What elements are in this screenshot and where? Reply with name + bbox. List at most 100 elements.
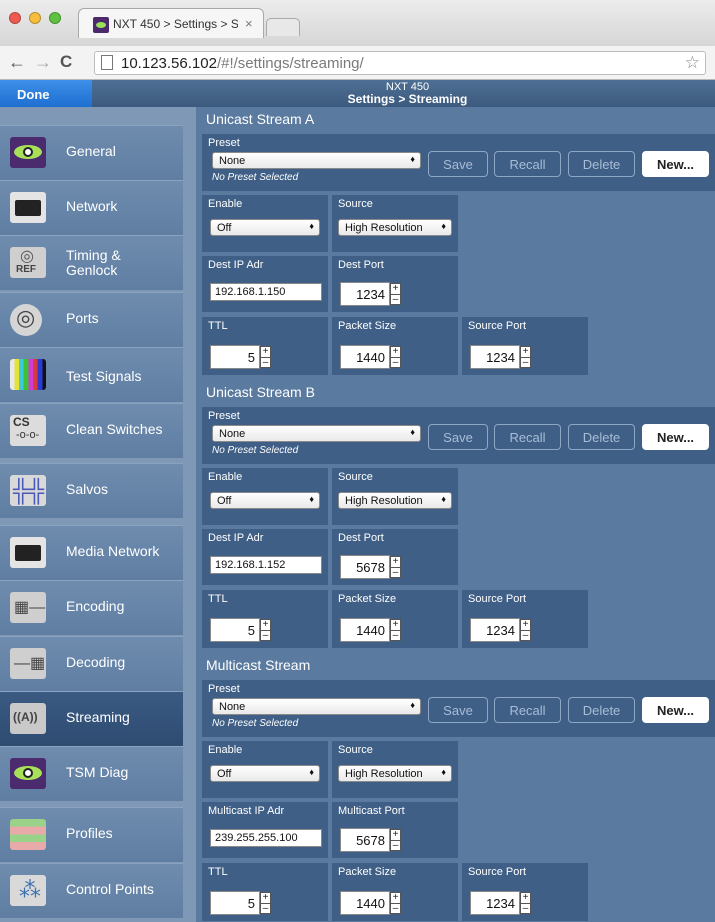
delete-button[interactable]: Delete xyxy=(568,151,635,177)
antenna-icon xyxy=(10,703,46,734)
ip-panel: Multicast IP Adr 239.255.255.100 xyxy=(202,802,328,858)
port-stepper[interactable]: + – xyxy=(390,556,401,578)
decrement-icon[interactable]: – xyxy=(261,358,270,368)
packet-size-input[interactable]: 1440 xyxy=(340,891,390,915)
source-port-stepper[interactable]: + – xyxy=(520,346,531,368)
select-arrow-icon: ♦ xyxy=(410,154,415,164)
new-preset-button[interactable]: New... xyxy=(642,424,709,450)
decrement-icon[interactable]: – xyxy=(261,631,270,641)
delete-button[interactable]: Delete xyxy=(568,424,635,450)
ip-address-input[interactable]: 192.168.1.150 xyxy=(210,283,322,301)
packet-size-stepper[interactable]: + – xyxy=(390,619,401,641)
new-preset-button[interactable]: New... xyxy=(642,697,709,723)
ttl-input[interactable]: 5 xyxy=(210,345,260,369)
preset-panel: Preset None ♦ No Preset Selected Save Rec… xyxy=(202,680,715,737)
decrement-icon[interactable]: – xyxy=(261,904,270,914)
port-stepper[interactable]: + – xyxy=(390,829,401,851)
decrement-icon[interactable]: – xyxy=(521,358,530,368)
recall-button[interactable]: Recall xyxy=(494,697,561,723)
ip-address-input[interactable]: 192.168.1.152 xyxy=(210,556,322,574)
decrement-icon[interactable]: – xyxy=(521,631,530,641)
new-tab-button[interactable] xyxy=(266,18,300,36)
packet-size-stepper[interactable]: + – xyxy=(390,892,401,914)
sidebar-item-timing-genlock[interactable]: Timing & Genlock xyxy=(0,235,183,290)
port-panel: Dest Port 1234 + – xyxy=(332,256,458,312)
preset-select[interactable]: None ♦ xyxy=(212,425,421,442)
ttl-stepper[interactable]: + – xyxy=(260,346,271,368)
port-stepper[interactable]: + – xyxy=(390,283,401,305)
decrement-icon[interactable]: – xyxy=(391,568,400,578)
source-port-input[interactable]: 1234 xyxy=(470,345,520,369)
sidebar-item-encoding[interactable]: Encoding xyxy=(0,580,183,635)
sidebar-item-streaming[interactable]: Streaming xyxy=(0,691,183,746)
sidebar-item-label: Profiles xyxy=(66,825,113,841)
recall-button[interactable]: Recall xyxy=(494,424,561,450)
port-input[interactable]: 5678 xyxy=(340,555,390,579)
new-preset-button[interactable]: New... xyxy=(642,151,709,177)
sidebar-item-media-network[interactable]: Media Network xyxy=(0,525,183,580)
preset-select[interactable]: None ♦ xyxy=(212,698,421,715)
bookmark-star-icon[interactable]: ☆ xyxy=(685,53,700,73)
preset-select[interactable]: None ♦ xyxy=(212,152,421,169)
source-port-stepper[interactable]: + – xyxy=(520,619,531,641)
recall-button[interactable]: Recall xyxy=(494,151,561,177)
packet-size-input[interactable]: 1440 xyxy=(340,618,390,642)
decrement-icon[interactable]: – xyxy=(391,631,400,641)
browser-tab[interactable]: NXT 450 > Settings > Streaming × xyxy=(78,8,264,38)
sidebar-item-network[interactable]: Network xyxy=(0,180,183,235)
close-window-button[interactable] xyxy=(9,12,21,24)
source-label: Source xyxy=(338,471,373,483)
done-button[interactable]: Done xyxy=(0,80,92,107)
save-button[interactable]: Save xyxy=(428,151,488,177)
source-select[interactable]: High Resolution ♦ xyxy=(338,219,452,236)
minimize-window-button[interactable] xyxy=(29,12,41,24)
tab-close-icon[interactable]: × xyxy=(245,16,253,31)
stream-section: Unicast Stream A Preset None ♦ No Preset … xyxy=(196,107,715,379)
save-button[interactable]: Save xyxy=(428,424,488,450)
sidebar-item-label: Test Signals xyxy=(66,368,142,384)
sidebar-item-clean-switches[interactable]: Clean Switches xyxy=(0,403,183,458)
port-input[interactable]: 1234 xyxy=(340,282,390,306)
source-select[interactable]: High Resolution ♦ xyxy=(338,492,452,509)
address-bar[interactable]: 10.123.56.102/#!/settings/streaming/ ☆ xyxy=(94,51,706,75)
source-port-stepper[interactable]: + – xyxy=(520,892,531,914)
save-button[interactable]: Save xyxy=(428,697,488,723)
forward-arrow-icon[interactable]: → xyxy=(34,52,52,73)
enable-select[interactable]: Off ♦ xyxy=(210,219,320,236)
sidebar: General Network Timing & Genlock Ports T… xyxy=(0,107,196,922)
port-input[interactable]: 5678 xyxy=(340,828,390,852)
sidebar-item-decoding[interactable]: Decoding xyxy=(0,636,183,691)
source-label: Source xyxy=(338,198,373,210)
delete-button[interactable]: Delete xyxy=(568,697,635,723)
packet-size-stepper[interactable]: + – xyxy=(390,346,401,368)
sidebar-item-ports[interactable]: Ports xyxy=(0,292,183,347)
sidebar-item-control-points[interactable]: Control Points xyxy=(0,863,183,918)
source-select[interactable]: High Resolution ♦ xyxy=(338,765,452,782)
decrement-icon[interactable]: – xyxy=(391,358,400,368)
zoom-window-button[interactable] xyxy=(49,12,61,24)
decrement-icon[interactable]: – xyxy=(391,904,400,914)
ttl-input[interactable]: 5 xyxy=(210,618,260,642)
source-panel: Source High Resolution ♦ xyxy=(332,468,458,525)
sidebar-item-tsm-diag[interactable]: TSM Diag xyxy=(0,746,183,801)
ip-address-input[interactable]: 239.255.255.100 xyxy=(210,829,322,847)
sidebar-item-general[interactable]: General xyxy=(0,125,183,180)
packet-size-input[interactable]: 1440 xyxy=(340,345,390,369)
enable-select[interactable]: Off ♦ xyxy=(210,765,320,782)
reload-icon[interactable]: C xyxy=(60,52,72,72)
ttl-input[interactable]: 5 xyxy=(210,891,260,915)
source-port-input[interactable]: 1234 xyxy=(470,618,520,642)
enable-select[interactable]: Off ♦ xyxy=(210,492,320,509)
network-icon xyxy=(10,537,46,568)
decrement-icon[interactable]: – xyxy=(391,295,400,305)
ttl-stepper[interactable]: + – xyxy=(260,892,271,914)
back-arrow-icon[interactable]: ← xyxy=(8,52,26,73)
ip-label: Multicast IP Adr xyxy=(208,805,285,817)
sidebar-item-salvos[interactable]: Salvos xyxy=(0,463,183,518)
sidebar-item-profiles[interactable]: Profiles xyxy=(0,807,183,862)
sidebar-item-test-signals[interactable]: Test Signals xyxy=(0,347,183,402)
ttl-stepper[interactable]: + – xyxy=(260,619,271,641)
decrement-icon[interactable]: – xyxy=(391,841,400,851)
decrement-icon[interactable]: – xyxy=(521,904,530,914)
source-port-input[interactable]: 1234 xyxy=(470,891,520,915)
